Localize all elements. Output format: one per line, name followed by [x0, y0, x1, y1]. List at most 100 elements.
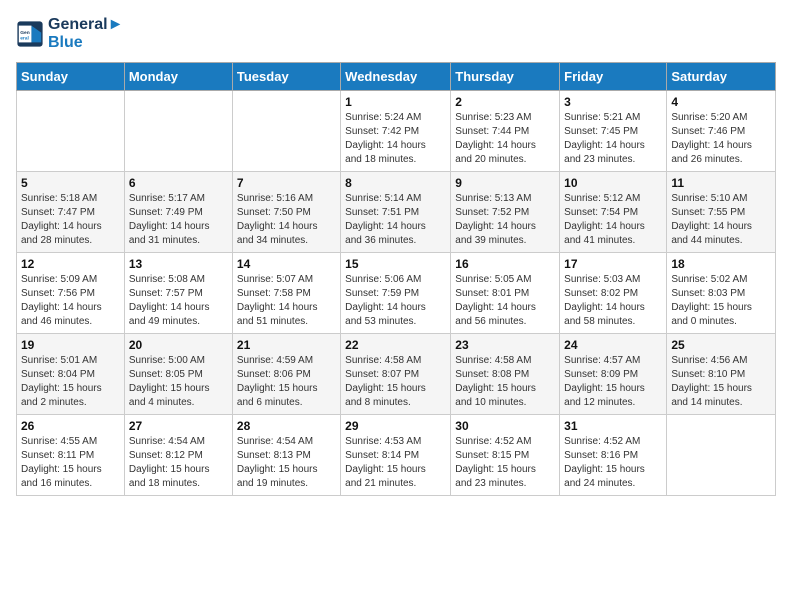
calendar-cell: 26Sunrise: 4:55 AM Sunset: 8:11 PM Dayli… — [17, 415, 125, 496]
day-info: Sunrise: 5:10 AM Sunset: 7:55 PM Dayligh… — [671, 192, 771, 248]
day-number: 29 — [345, 419, 446, 433]
calendar-cell: 19 Sunrise: 5:01 AM Sunset: 8:04 PM Dayli… — [17, 334, 125, 415]
calendar-cell: 27Sunrise: 4:54 AM Sunset: 8:12 PM Dayli… — [124, 415, 232, 496]
calendar-cell: 3 Sunrise: 5:21 AM Sunset: 7:45 PM Daylig… — [560, 91, 667, 172]
calendar-cell: 22 Sunrise: 4:58 AM Sunset: 8:07 PM Dayli… — [341, 334, 451, 415]
svg-text:eral: eral — [20, 36, 29, 42]
day-number: 14 — [237, 257, 336, 271]
day-number: 19 — [21, 338, 120, 352]
day-info: Sunrise: 5:23 AM Sunset: 7:44 PM Dayligh… — [455, 111, 555, 167]
day-number: 16 — [455, 257, 555, 271]
col-monday: Monday — [124, 63, 232, 91]
day-number: 1 — [345, 95, 446, 109]
day-number: 30 — [455, 419, 555, 433]
day-info: Sunrise: 5:13 AM Sunset: 7:52 PM Dayligh… — [455, 192, 555, 248]
calendar-cell: 1 Sunrise: 5:24 AM Sunset: 7:42 PM Daylig… — [341, 91, 451, 172]
col-friday: Friday — [560, 63, 667, 91]
calendar-cell: 24 Sunrise: 4:57 AM Sunset: 8:09 PM Dayli… — [560, 334, 667, 415]
day-info: Sunrise: 4:52 AM Sunset: 8:16 PM Dayligh… — [564, 435, 662, 491]
day-number: 2 — [455, 95, 555, 109]
day-info: Sunrise: 4:56 AM Sunset: 8:10 PM Dayligh… — [671, 354, 771, 410]
day-info: Sunrise: 5:01 AM Sunset: 8:04 PM Dayligh… — [21, 354, 120, 410]
calendar-cell: 25 Sunrise: 4:56 AM Sunset: 8:10 PM Dayli… — [667, 334, 776, 415]
day-number: 22 — [345, 338, 446, 352]
col-sunday: Sunday — [17, 63, 125, 91]
day-number: 21 — [237, 338, 336, 352]
day-info: Sunrise: 5:03 AM Sunset: 8:02 PM Dayligh… — [564, 273, 662, 329]
day-info: Sunrise: 5:17 AM Sunset: 7:49 PM Dayligh… — [129, 192, 228, 248]
day-number: 31 — [564, 419, 662, 433]
logo: Gen eral General► Blue — [16, 16, 123, 52]
day-info: Sunrise: 4:59 AM Sunset: 8:06 PM Dayligh… — [237, 354, 336, 410]
calendar-cell — [124, 91, 232, 172]
day-info: Sunrise: 5:02 AM Sunset: 8:03 PM Dayligh… — [671, 273, 771, 329]
calendar-cell: 18 Sunrise: 5:02 AM Sunset: 8:03 PM Dayli… — [667, 253, 776, 334]
day-info: Sunrise: 5:07 AM Sunset: 7:58 PM Dayligh… — [237, 273, 336, 329]
day-number: 6 — [129, 176, 228, 190]
calendar-cell: 9 Sunrise: 5:13 AM Sunset: 7:52 PM Daylig… — [451, 172, 560, 253]
col-tuesday: Tuesday — [232, 63, 340, 91]
day-number: 17 — [564, 257, 662, 271]
calendar-week-5: 26Sunrise: 4:55 AM Sunset: 8:11 PM Dayli… — [17, 415, 776, 496]
calendar-cell: 16 Sunrise: 5:05 AM Sunset: 8:01 PM Dayli… — [451, 253, 560, 334]
day-number: 7 — [237, 176, 336, 190]
calendar-table: Sunday Monday Tuesday Wednesday Thursday… — [16, 62, 776, 496]
day-info: Sunrise: 4:52 AM Sunset: 8:15 PM Dayligh… — [455, 435, 555, 491]
day-number: 18 — [671, 257, 771, 271]
calendar-cell: 4Sunrise: 5:20 AM Sunset: 7:46 PM Daylig… — [667, 91, 776, 172]
calendar-cell: 29 Sunrise: 4:53 AM Sunset: 8:14 PM Dayli… — [341, 415, 451, 496]
svg-text:Gen: Gen — [20, 30, 30, 36]
calendar-cell: 6 Sunrise: 5:17 AM Sunset: 7:49 PM Daylig… — [124, 172, 232, 253]
day-info: Sunrise: 5:16 AM Sunset: 7:50 PM Dayligh… — [237, 192, 336, 248]
day-info: Sunrise: 5:24 AM Sunset: 7:42 PM Dayligh… — [345, 111, 446, 167]
header-row: Sunday Monday Tuesday Wednesday Thursday… — [17, 63, 776, 91]
calendar-cell: 11 Sunrise: 5:10 AM Sunset: 7:55 PM Dayli… — [667, 172, 776, 253]
calendar-cell: 21 Sunrise: 4:59 AM Sunset: 8:06 PM Dayli… — [232, 334, 340, 415]
day-info: Sunrise: 5:20 AM Sunset: 7:46 PM Dayligh… — [671, 111, 771, 167]
calendar-week-3: 12 Sunrise: 5:09 AM Sunset: 7:56 PM Dayli… — [17, 253, 776, 334]
day-number: 24 — [564, 338, 662, 352]
day-info: Sunrise: 4:54 AM Sunset: 8:13 PM Dayligh… — [237, 435, 336, 491]
day-info: Sunrise: 4:58 AM Sunset: 8:07 PM Dayligh… — [345, 354, 446, 410]
calendar-cell: 23Sunrise: 4:58 AM Sunset: 8:08 PM Dayli… — [451, 334, 560, 415]
day-number: 3 — [564, 95, 662, 109]
day-info: Sunrise: 5:06 AM Sunset: 7:59 PM Dayligh… — [345, 273, 446, 329]
calendar-week-2: 5Sunrise: 5:18 AM Sunset: 7:47 PM Daylig… — [17, 172, 776, 253]
day-number: 10 — [564, 176, 662, 190]
calendar-body: 1 Sunrise: 5:24 AM Sunset: 7:42 PM Daylig… — [17, 91, 776, 496]
calendar-week-1: 1 Sunrise: 5:24 AM Sunset: 7:42 PM Daylig… — [17, 91, 776, 172]
day-number: 15 — [345, 257, 446, 271]
day-info: Sunrise: 5:14 AM Sunset: 7:51 PM Dayligh… — [345, 192, 446, 248]
day-info: Sunrise: 4:53 AM Sunset: 8:14 PM Dayligh… — [345, 435, 446, 491]
page-header: Gen eral General► Blue — [16, 16, 776, 52]
day-number: 23 — [455, 338, 555, 352]
day-number: 13 — [129, 257, 228, 271]
day-info: Sunrise: 5:05 AM Sunset: 8:01 PM Dayligh… — [455, 273, 555, 329]
calendar-cell: 28 Sunrise: 4:54 AM Sunset: 8:13 PM Dayli… — [232, 415, 340, 496]
calendar-cell — [667, 415, 776, 496]
calendar-week-4: 19 Sunrise: 5:01 AM Sunset: 8:04 PM Dayli… — [17, 334, 776, 415]
day-info: Sunrise: 4:55 AM Sunset: 8:11 PM Dayligh… — [21, 435, 120, 491]
day-number: 8 — [345, 176, 446, 190]
day-info: Sunrise: 5:09 AM Sunset: 7:56 PM Dayligh… — [21, 273, 120, 329]
day-number: 12 — [21, 257, 120, 271]
col-saturday: Saturday — [667, 63, 776, 91]
calendar-cell: 13Sunrise: 5:08 AM Sunset: 7:57 PM Dayli… — [124, 253, 232, 334]
calendar-cell: 20Sunrise: 5:00 AM Sunset: 8:05 PM Dayli… — [124, 334, 232, 415]
calendar-cell: 10Sunrise: 5:12 AM Sunset: 7:54 PM Dayli… — [560, 172, 667, 253]
calendar-cell: 31 Sunrise: 4:52 AM Sunset: 8:16 PM Dayli… — [560, 415, 667, 496]
day-info: Sunrise: 4:57 AM Sunset: 8:09 PM Dayligh… — [564, 354, 662, 410]
day-info: Sunrise: 5:21 AM Sunset: 7:45 PM Dayligh… — [564, 111, 662, 167]
day-number: 11 — [671, 176, 771, 190]
day-number: 28 — [237, 419, 336, 433]
day-info: Sunrise: 5:18 AM Sunset: 7:47 PM Dayligh… — [21, 192, 120, 248]
calendar-cell: 12 Sunrise: 5:09 AM Sunset: 7:56 PM Dayli… — [17, 253, 125, 334]
calendar-cell: 5Sunrise: 5:18 AM Sunset: 7:47 PM Daylig… — [17, 172, 125, 253]
day-number: 9 — [455, 176, 555, 190]
logo-text: General► Blue — [48, 16, 123, 52]
day-number: 20 — [129, 338, 228, 352]
calendar-cell: 15 Sunrise: 5:06 AM Sunset: 7:59 PM Dayli… — [341, 253, 451, 334]
calendar-cell: 17 Sunrise: 5:03 AM Sunset: 8:02 PM Dayli… — [560, 253, 667, 334]
day-number: 25 — [671, 338, 771, 352]
calendar-cell: 8 Sunrise: 5:14 AM Sunset: 7:51 PM Daylig… — [341, 172, 451, 253]
